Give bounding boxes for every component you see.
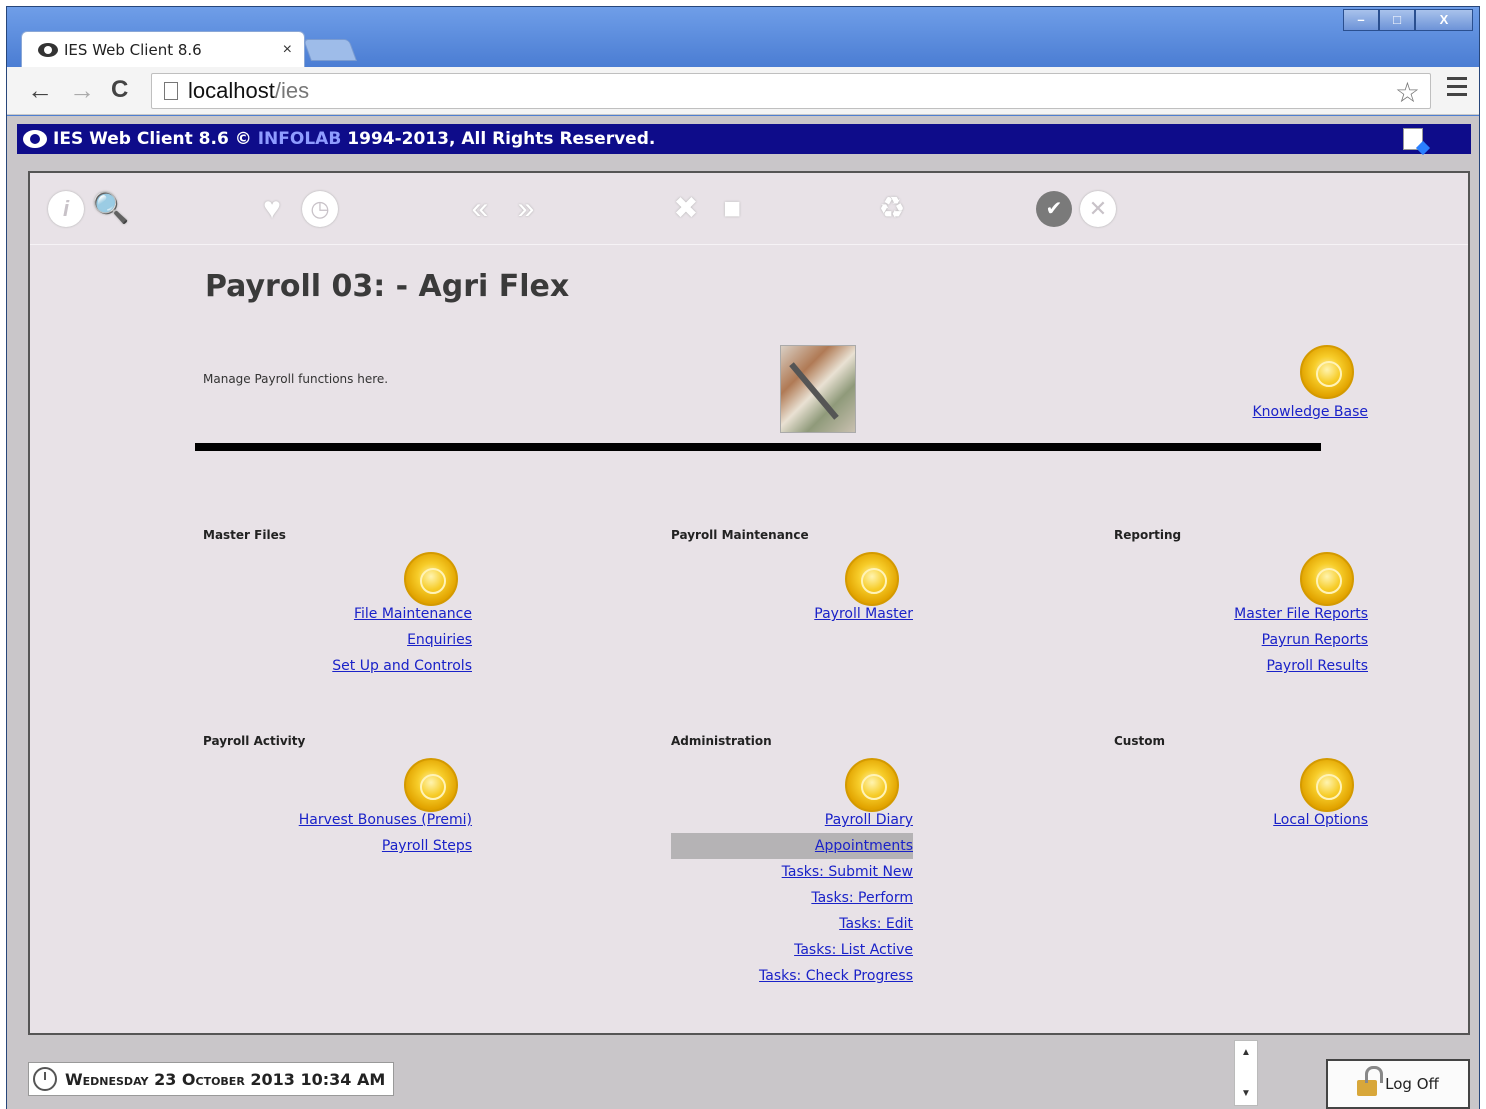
link-payrun-reports[interactable]: Payrun Reports [1234,627,1368,653]
window-controls: – □ X [1343,9,1473,31]
ies-eye-icon [38,42,58,57]
previous-icon[interactable]: « [462,191,498,227]
section-reporting: Reporting [1114,528,1182,542]
confirm-check-icon[interactable]: ✔ [1036,191,1072,227]
link-harvest-bonuses[interactable]: Harvest Bonuses (Premi) [299,807,472,833]
link-payroll-diary[interactable]: Payroll Diary [671,807,913,833]
master-files-links: File Maintenance Enquiries Set Up and Co… [332,601,472,679]
minimize-button[interactable]: – [1343,9,1379,31]
link-tasks-perform[interactable]: Tasks: Perform [671,885,913,911]
ies-logo-icon [23,130,47,148]
section-master-files: Master Files [203,528,286,542]
browser-toolbar: ← → C localhost /ies ☆ [7,67,1479,115]
link-master-file-reports[interactable]: Master File Reports [1234,601,1368,627]
cancel-x-icon[interactable]: ✕ [1080,191,1116,227]
app-area: IES Web Client 8.6 © INFOLAB 1994-2013, … [7,116,1479,1109]
search-icon[interactable]: 🔍 [92,191,129,227]
main-panel: i 🔍 ♥ ◷ « » ✖ ■ ♻ ✔ ✕ Payroll 03: - Agri… [28,171,1470,1035]
section-administration: Administration [671,734,772,748]
browser-titlebar: IES Web Client 8.6 × – □ X [7,7,1479,67]
close-window-button[interactable]: X [1415,9,1473,31]
payroll-maintenance-icon[interactable] [845,552,899,606]
header-company: INFOLAB [257,129,342,149]
scroll-down-icon[interactable]: ▼ [1235,1088,1257,1099]
tab-close-icon[interactable]: × [283,41,292,59]
master-files-icon[interactable] [404,552,458,606]
favorite-heart-icon[interactable]: ♥ [254,191,290,227]
date-time-text: Wednesday 23 October 2013 10:34 AM [65,1069,386,1089]
knowledge-base-link[interactable]: Knowledge Base [1253,399,1369,425]
link-tasks-check-progress[interactable]: Tasks: Check Progress [671,963,913,989]
payroll-activity-links: Harvest Bonuses (Premi) Payroll Steps [299,807,472,859]
reporting-icon[interactable] [1300,552,1354,606]
link-tasks-edit[interactable]: Tasks: Edit [671,911,913,937]
link-appointments[interactable]: Appointments [671,833,913,859]
maximize-button[interactable]: □ [1379,9,1415,31]
back-button[interactable]: ← [27,77,53,103]
header-copyright: © [234,129,252,149]
scroll-control[interactable]: ▲ ▼ [1234,1040,1258,1106]
forward-button[interactable]: → [69,77,95,103]
link-set-up-and-controls[interactable]: Set Up and Controls [332,653,472,679]
new-tab-button[interactable] [302,39,358,61]
link-file-maintenance[interactable]: File Maintenance [332,601,472,627]
page-description: Manage Payroll functions here. [203,372,389,386]
next-icon[interactable]: » [508,191,544,227]
url-host: localhost [188,78,275,103]
history-clock-icon[interactable]: ◷ [302,191,338,227]
header-rights: 1994-2013, All Rights Reserved. [347,129,656,149]
address-bar[interactable]: localhost /ies ☆ [151,73,1431,109]
log-off-label: Log Off [1385,1075,1439,1093]
payroll-maintenance-links: Payroll Master [814,601,913,627]
document-icon[interactable]: ■ [714,191,750,227]
link-tasks-submit-new[interactable]: Tasks: Submit New [671,859,913,885]
padlock-icon [1357,1066,1384,1096]
link-local-options[interactable]: Local Options [1273,807,1368,833]
scroll-up-icon[interactable]: ▲ [1235,1047,1257,1058]
link-payroll-steps[interactable]: Payroll Steps [299,833,472,859]
link-enquiries[interactable]: Enquiries [332,627,472,653]
bookmark-star-icon[interactable]: ☆ [1395,76,1420,109]
browser-window: IES Web Client 8.6 × – □ X ← → C localho… [6,6,1480,1109]
knowledge-base-icon[interactable] [1300,345,1354,399]
link-tasks-list-active[interactable]: Tasks: List Active [671,937,913,963]
log-off-button[interactable]: Log Off [1326,1059,1470,1109]
tab-title: IES Web Client 8.6 [64,40,202,59]
link-payroll-results[interactable]: Payroll Results [1234,653,1368,679]
url-path: /ies [274,78,310,103]
custom-links: Local Options [1273,807,1368,833]
date-time-display: Wednesday 23 October 2013 10:34 AM [28,1062,395,1096]
app-header: IES Web Client 8.6 © INFOLAB 1994-2013, … [17,124,1471,154]
custom-icon[interactable] [1300,758,1354,812]
divider [195,443,1321,451]
payroll-activity-icon[interactable] [404,758,458,812]
administration-links: Payroll Diary Appointments Tasks: Submit… [671,807,913,989]
page-icon [164,82,178,100]
reload-button[interactable]: C [111,77,128,103]
administration-icon[interactable] [845,758,899,812]
browser-menu-icon[interactable] [1447,77,1467,101]
tool-strip: i 🔍 ♥ ◷ « » ✖ ■ ♻ ✔ ✕ [30,173,1468,245]
section-payroll-activity: Payroll Activity [203,734,306,748]
reporting-links: Master File Reports Payrun Reports Payro… [1234,601,1368,679]
payroll-image [780,345,856,433]
page-title: Payroll 03: - Agri Flex [205,269,570,304]
header-product: IES Web Client 8.6 [53,129,229,149]
tools-icon[interactable]: ✖ [668,191,704,227]
recycle-icon[interactable]: ♻ [874,191,910,227]
section-custom: Custom [1114,734,1165,748]
info-icon[interactable]: i [48,191,84,227]
link-payroll-master[interactable]: Payroll Master [814,601,913,627]
section-payroll-maintenance: Payroll Maintenance [671,528,809,542]
document-export-icon[interactable] [1403,128,1423,150]
clock-icon [33,1067,57,1091]
browser-tab[interactable]: IES Web Client 8.6 × [21,31,305,67]
